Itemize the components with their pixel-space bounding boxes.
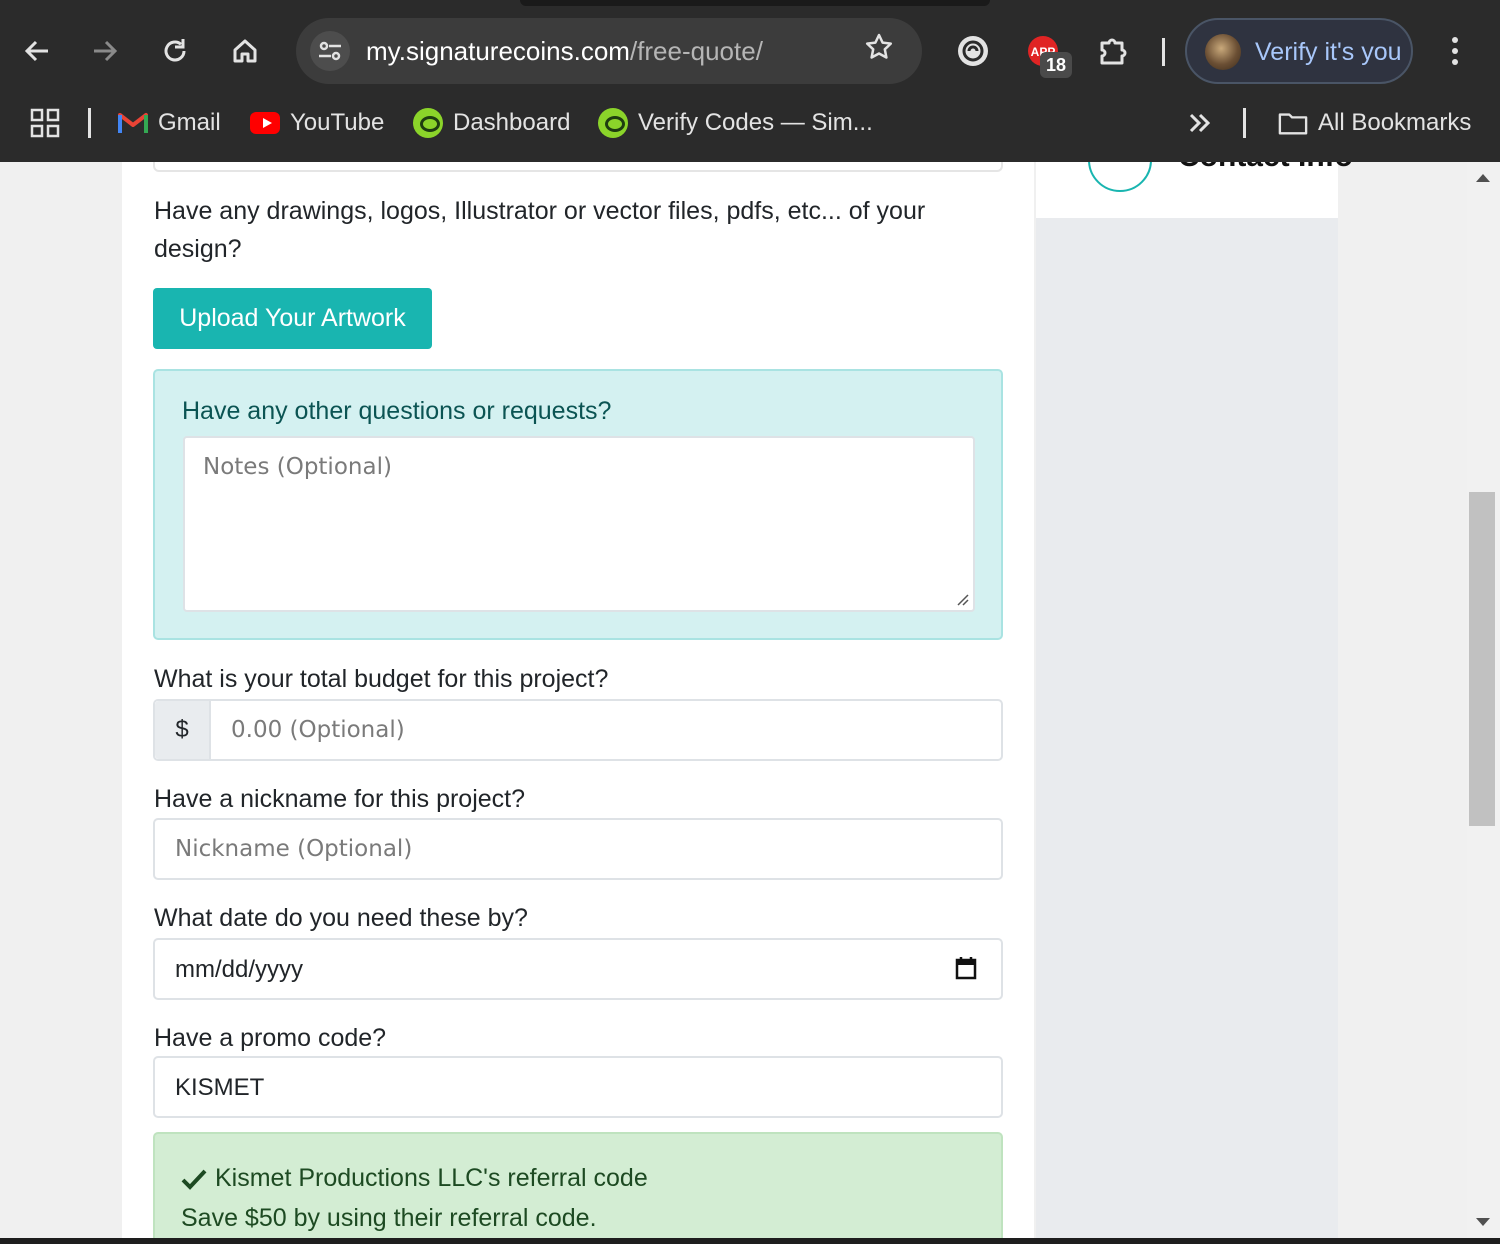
window-bottom-edge — [0, 1238, 1500, 1244]
all-bookmarks-label: All Bookmarks — [1318, 109, 1472, 136]
nickname-question: Have a nickname for this project? — [154, 785, 526, 813]
back-icon[interactable] — [12, 14, 62, 88]
profile-verify-button[interactable]: Verify it's you — [1185, 18, 1413, 84]
date-placeholder: mm/dd/yyyy — [175, 956, 304, 983]
gmail-icon — [118, 108, 148, 138]
profile-avatar — [1205, 34, 1241, 70]
referral-success-alert: Kismet Productions LLC's referral code S… — [153, 1132, 1003, 1238]
notes-textarea[interactable]: Notes (Optional) — [183, 436, 975, 612]
promo-question: Have a promo code? — [154, 1024, 387, 1052]
nickname-input[interactable]: Nickname (Optional) — [153, 818, 1003, 880]
promo-code-value: KISMET — [175, 1074, 265, 1101]
bookmarks-separator — [88, 108, 91, 138]
scroll-up-arrow-icon[interactable] — [1476, 174, 1490, 182]
page-viewport: Have any drawings, logos, Illustrator or… — [0, 162, 1467, 1238]
dashboard-site-icon — [413, 108, 443, 138]
browser-toolbar: my.signaturecoins.com/free-quote/ APP 18… — [0, 14, 1500, 88]
date-input[interactable]: mm/dd/yyyy — [153, 938, 1003, 1000]
bookmark-gmail[interactable]: Gmail — [118, 92, 221, 154]
notes-placeholder: Notes (Optional) — [203, 454, 392, 480]
verify-codes-site-icon — [598, 108, 628, 138]
bookmark-youtube[interactable]: YouTube — [250, 92, 384, 154]
youtube-icon — [250, 108, 280, 138]
budget-question: What is your total budget for this proje… — [154, 665, 609, 693]
previous-field-edge — [153, 162, 1003, 172]
bookmark-verify-codes[interactable]: Verify Codes — Sim... — [598, 92, 873, 154]
url-host: my.signaturecoins.com — [366, 36, 630, 66]
upload-artwork-button[interactable]: Upload Your Artwork — [153, 288, 432, 349]
all-bookmarks-button[interactable]: All Bookmarks — [1278, 92, 1471, 154]
bookmarks-overflow-icon[interactable] — [1188, 92, 1212, 154]
reload-icon[interactable] — [150, 14, 200, 88]
referral-title-row: Kismet Productions LLC's referral code — [181, 1164, 648, 1193]
referral-text: Save $50 by using their referral code. — [181, 1204, 597, 1232]
quote-form-card: Have any drawings, logos, Illustrator or… — [122, 162, 1034, 1238]
extension-badge: 18 — [1040, 52, 1072, 78]
scroll-down-arrow-icon[interactable] — [1476, 1218, 1490, 1226]
bookmarks-separator — [1243, 108, 1246, 138]
bookmark-label: Gmail — [158, 109, 221, 136]
date-question: What date do you need these by? — [154, 904, 528, 932]
step-number: 3 — [1090, 162, 1150, 165]
sidebar-background — [1036, 218, 1338, 1238]
budget-currency-prefix: $ — [155, 701, 211, 759]
site-settings-icon[interactable] — [310, 31, 350, 71]
apps-grid-icon[interactable] — [30, 92, 60, 154]
bookmark-label: Verify Codes — Sim... — [638, 109, 873, 136]
url-path: /free-quote/ — [629, 36, 763, 66]
budget-placeholder: 0.00 (Optional) — [231, 717, 405, 743]
folder-icon — [1278, 108, 1308, 138]
home-icon[interactable] — [220, 14, 270, 88]
profile-verify-label: Verify it's you — [1255, 38, 1402, 66]
bookmark-label: YouTube — [290, 109, 385, 136]
forward-icon[interactable] — [80, 14, 130, 88]
bookmarks-bar: Gmail YouTube Dashboard Verify Codes — S… — [0, 92, 1500, 154]
page-scrollbar[interactable] — [1467, 162, 1500, 1238]
scroll-thumb[interactable] — [1469, 492, 1495, 826]
notes-question: Have any other questions or requests? — [182, 397, 612, 425]
address-bar[interactable]: my.signaturecoins.com/free-quote/ — [296, 18, 922, 84]
browser-chrome: my.signaturecoins.com/free-quote/ APP 18… — [0, 0, 1500, 162]
calendar-icon[interactable] — [955, 956, 977, 980]
artwork-question: Have any drawings, logos, Illustrator or… — [154, 197, 926, 263]
resize-handle-icon[interactable] — [955, 592, 969, 606]
browser-menu-icon[interactable] — [1440, 14, 1470, 88]
budget-input[interactable]: $ 0.00 (Optional) — [153, 699, 1003, 761]
bookmark-star-icon[interactable] — [864, 32, 894, 70]
url-text[interactable]: my.signaturecoins.com/free-quote/ — [366, 36, 763, 67]
step-number-badge: 3 — [1088, 162, 1152, 192]
referral-title: Kismet Productions LLC's referral code — [215, 1164, 648, 1192]
extension-copilot-icon[interactable] — [956, 34, 990, 68]
bookmark-dashboard[interactable]: Dashboard — [413, 92, 570, 154]
nickname-placeholder: Nickname (Optional) — [175, 836, 413, 862]
checkmark-icon — [181, 1169, 207, 1190]
tab-strip-edge — [520, 0, 990, 6]
extensions-puzzle-icon[interactable] — [1097, 34, 1131, 68]
toolbar-separator — [1162, 38, 1165, 66]
promo-code-input[interactable]: KISMET — [153, 1056, 1003, 1118]
bookmark-label: Dashboard — [453, 109, 571, 136]
step-label[interactable]: Contact Info — [1178, 162, 1353, 174]
steps-sidebar: 3 Contact Info — [1036, 162, 1353, 218]
notes-panel: Have any other questions or requests? No… — [153, 369, 1003, 640]
